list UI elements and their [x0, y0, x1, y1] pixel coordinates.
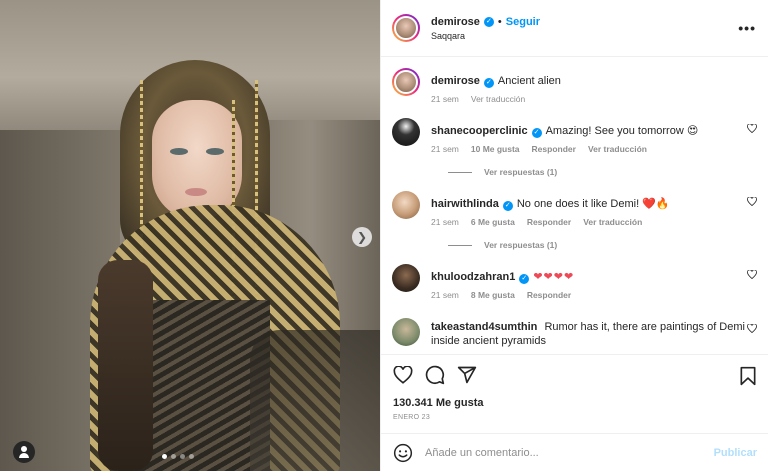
comment-username[interactable]: takeastand4sumthin [431, 321, 537, 333]
verified-badge-icon: ✓ [502, 200, 513, 211]
slide-dot [162, 454, 167, 459]
comment-likes[interactable]: 10 Me gusta [471, 144, 520, 154]
like-comment-heart-icon[interactable] [747, 270, 757, 279]
comment-likes[interactable]: 8 Me gusta [471, 290, 515, 300]
comment-username[interactable]: khuloodzahran1 [431, 271, 515, 283]
eye [170, 148, 188, 155]
verified-badge-icon: ✓ [483, 77, 494, 88]
lips [185, 188, 207, 196]
post-actions: 130.341 Me gusta ENERO 23 [381, 354, 768, 440]
comment-item: shanecooperclinic ✓ Amazing! See you tomor… [392, 118, 757, 154]
slide-dot [171, 454, 176, 459]
hair [98, 260, 153, 471]
tagged-users-button[interactable] [13, 441, 35, 463]
slide-indicator [162, 454, 194, 459]
translate-link[interactable]: Ver traducción [588, 144, 647, 154]
comment-text: Amazing! See you tomorrow 😍 [545, 125, 699, 137]
avatar[interactable] [392, 68, 420, 96]
comment-item: khuloodzahran1 ✓ ❤❤❤❤ 21 sem 8 Me gusta Re… [392, 264, 757, 300]
avatar[interactable] [392, 318, 420, 346]
share-icon[interactable] [457, 365, 477, 385]
comment-icon[interactable] [425, 365, 445, 385]
next-slide-button[interactable]: ❯ [352, 227, 372, 247]
post-image[interactable]: ❯ [0, 0, 380, 471]
post-side-panel: demirose ✓ • Seguir Saqqara ••• demirose… [380, 0, 768, 471]
comment-composer: Publicar [381, 433, 768, 471]
location-link[interactable]: Saqqara [431, 31, 540, 41]
chevron-right-icon: ❯ [356, 230, 368, 244]
view-replies-button[interactable]: Ver respuestas (1) [448, 240, 757, 250]
slide-dot [189, 454, 194, 459]
comment-likes[interactable]: 6 Me gusta [471, 217, 515, 227]
save-bookmark-icon[interactable] [739, 366, 757, 386]
verified-badge-icon: ✓ [519, 273, 530, 284]
verified-badge-icon: ✓ [531, 127, 542, 138]
comment-time[interactable]: 21 sem [431, 290, 459, 300]
likes-count[interactable]: 130.341 Me gusta [393, 397, 757, 409]
like-comment-heart-icon[interactable] [747, 197, 757, 206]
comment-time[interactable]: 21 sem [431, 144, 459, 154]
comment-text: ❤❤❤❤ [533, 271, 575, 283]
caption-username[interactable]: demirose [431, 75, 480, 87]
avatar[interactable] [392, 14, 420, 42]
veil [250, 330, 380, 471]
publish-button[interactable]: Publicar [714, 447, 757, 459]
caption-text: Ancient alien [497, 75, 561, 87]
translate-link[interactable]: Ver traducción [583, 217, 642, 227]
comments-list[interactable]: demirose ✓ Ancient alien 21 sem Ver traduc… [381, 58, 768, 353]
like-heart-icon[interactable] [393, 366, 413, 384]
user-icon [21, 446, 27, 452]
avatar[interactable] [392, 118, 420, 146]
reply-button[interactable]: Responder [527, 217, 571, 227]
avatar[interactable] [392, 264, 420, 292]
post-header: demirose ✓ • Seguir Saqqara ••• [381, 0, 768, 57]
comment-username[interactable]: hairwithlinda [431, 198, 499, 210]
face [152, 100, 242, 220]
comment-username[interactable]: shanecooperclinic [431, 125, 528, 137]
author-username[interactable]: demirose [431, 16, 480, 28]
more-options-icon[interactable]: ••• [738, 20, 756, 36]
separator: • [497, 15, 502, 28]
comment-time[interactable]: 21 sem [431, 217, 459, 227]
avatar[interactable] [392, 191, 420, 219]
comment-item: hairwithlinda ✓ No one does it like Demi! … [392, 191, 757, 227]
comment-text: No one does it like Demi! ❤️🔥 [516, 198, 670, 210]
verified-badge-icon: ✓ [483, 16, 494, 27]
eye [206, 148, 224, 155]
caption-time[interactable]: 21 sem [431, 94, 459, 104]
post-date[interactable]: ENERO 23 [393, 414, 757, 421]
follow-button[interactable]: Seguir [506, 16, 540, 28]
like-comment-heart-icon[interactable] [747, 124, 757, 133]
reply-button[interactable]: Responder [532, 144, 576, 154]
slide-dot [180, 454, 185, 459]
caption: demirose ✓ Ancient alien 21 sem Ver traduc… [392, 68, 757, 104]
comment-item: takeastand4sumthin Rumor has it, there a… [392, 318, 757, 348]
translate-link[interactable]: Ver traducción [471, 94, 525, 104]
comment-input[interactable] [425, 446, 714, 459]
view-replies-button[interactable]: Ver respuestas (1) [448, 167, 757, 177]
reply-button[interactable]: Responder [527, 290, 571, 300]
like-comment-heart-icon[interactable] [747, 324, 757, 333]
emoji-icon[interactable] [393, 443, 413, 463]
